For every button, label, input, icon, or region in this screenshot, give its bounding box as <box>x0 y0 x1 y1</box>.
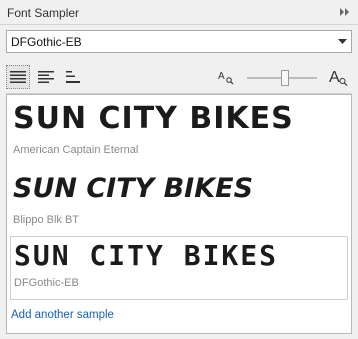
chevron-down-icon[interactable] <box>333 31 351 52</box>
single-line-view-icon <box>10 71 26 83</box>
sample-font-name: Blippo Blk BT <box>13 214 80 226</box>
sample-font-name: DFGothic-EB <box>14 277 79 289</box>
font-dropdown-value: DFGothic-EB <box>11 34 82 49</box>
size-slider-thumb[interactable] <box>281 70 289 86</box>
add-another-sample-link[interactable]: Add another sample <box>11 309 114 321</box>
panel-title: Font Sampler <box>7 5 80 20</box>
sample-text: SUN CITY BIKES <box>13 101 294 136</box>
waterfall-view-button[interactable] <box>62 65 86 89</box>
sample-item-selected[interactable]: SUN CITY BIKES DFGothic-EB <box>10 236 348 300</box>
panel-titlebar: Font Sampler <box>0 0 358 25</box>
svg-text:A: A <box>329 69 340 86</box>
sample-item[interactable]: SUN CITY BIKES Blippo Blk BT <box>10 168 348 234</box>
sampler-toolbar: A A <box>0 62 358 92</box>
svg-text:A: A <box>218 71 225 82</box>
waterfall-view-icon <box>66 71 80 83</box>
small-text-zoom-icon: A <box>218 71 234 85</box>
double-chevron-right-icon[interactable] <box>338 5 352 19</box>
increase-size-button[interactable]: A <box>327 65 351 89</box>
single-line-view-button[interactable] <box>6 65 30 89</box>
sample-text: SUN CITY BIKES <box>14 239 279 272</box>
decrease-size-button[interactable]: A <box>214 65 238 89</box>
sample-item[interactable]: SUN CITY BIKES American Captain Eternal <box>10 98 348 164</box>
title-divider <box>0 24 358 25</box>
multi-line-view-icon <box>38 71 54 83</box>
samples-list: SUN CITY BIKES American Captain Eternal … <box>6 94 352 334</box>
sample-text: SUN CITY BIKES <box>13 173 254 204</box>
multi-line-view-button[interactable] <box>34 65 58 89</box>
font-dropdown[interactable]: DFGothic-EB <box>6 30 352 53</box>
large-text-zoom-icon: A <box>329 69 348 86</box>
sample-font-name: American Captain Eternal <box>13 144 139 156</box>
